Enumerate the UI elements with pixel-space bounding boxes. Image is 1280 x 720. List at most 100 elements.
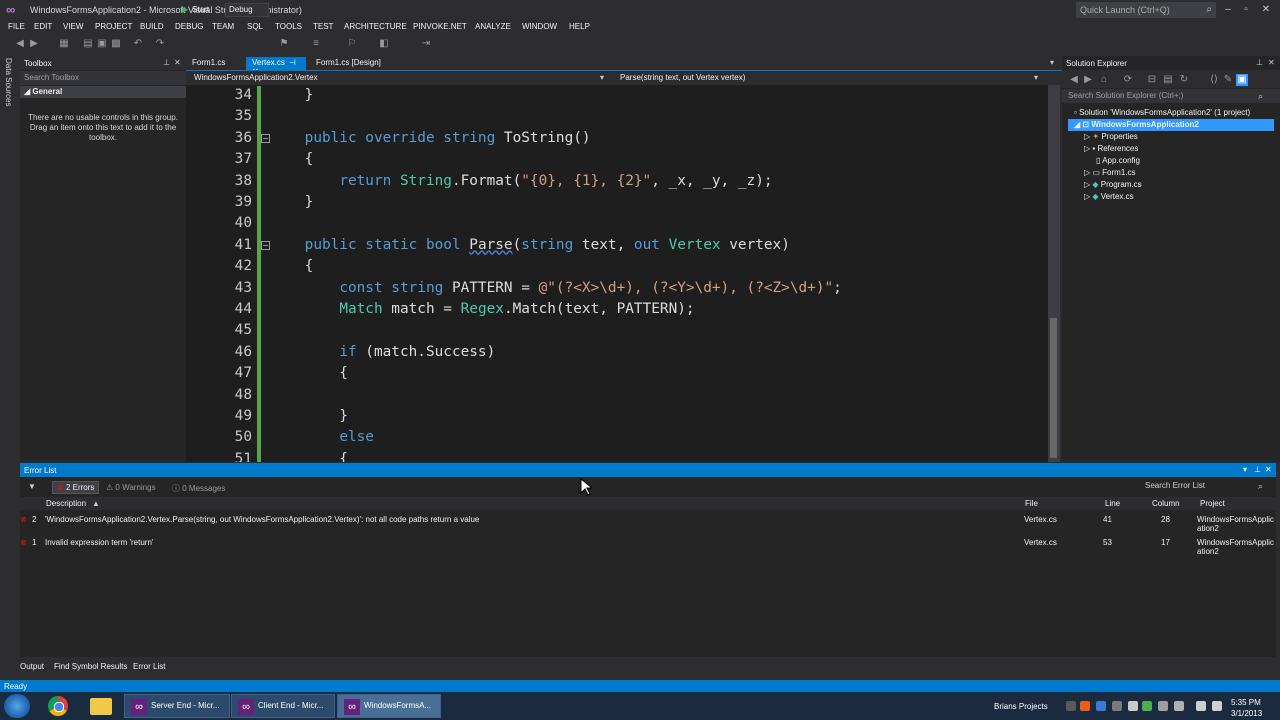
tray-icon[interactable] (1158, 701, 1168, 711)
messages-filter-toggle[interactable]: ⓘ 0 Messages (172, 483, 225, 494)
column-line[interactable]: Line (1105, 499, 1120, 508)
close-button[interactable]: ✕ (1258, 3, 1274, 17)
comment-icon[interactable]: ≡ (310, 38, 322, 50)
taskbar-button-server-end[interactable]: ∞ Server End - Micr... (124, 694, 230, 718)
open-file-icon[interactable]: ▤ (82, 38, 94, 50)
undo-icon[interactable]: ↶ (132, 38, 144, 50)
start-button[interactable]: ▶ Start (182, 3, 209, 17)
network-icon[interactable] (1174, 701, 1184, 711)
solution-search-input[interactable]: Search Solution Explorer (Ctrl+;) (1062, 89, 1280, 103)
menu-file[interactable]: FILE (8, 22, 25, 31)
tray-icon[interactable] (1112, 701, 1122, 711)
errors-filter-toggle[interactable]: ⊗ 2 Errors (52, 481, 100, 494)
chrome-icon[interactable] (48, 696, 68, 716)
configuration-select[interactable]: Debug (225, 3, 269, 17)
pin-icon[interactable]: ⊥ (1254, 465, 1261, 474)
tree-item-vertex-cs[interactable]: ▷ ◆ Vertex.cs (1084, 192, 1134, 201)
column-description[interactable]: Description (46, 499, 86, 508)
refresh-icon[interactable]: ↻ (1178, 74, 1190, 86)
maximize-button[interactable]: ▫ (1238, 3, 1254, 17)
properties-icon[interactable]: ✎ (1222, 74, 1234, 86)
filter-icon[interactable]: ▼ (28, 482, 36, 491)
back-icon[interactable]: ◀ (1068, 74, 1080, 86)
error-row[interactable]: ⊗ 1 Invalid expression term 'return' Ver… (20, 536, 1276, 558)
redo-icon[interactable]: ↷ (154, 38, 166, 50)
tree-item-form1-cs[interactable]: ▷ ▭ Form1.cs (1084, 168, 1136, 177)
menu-sql[interactable]: SQL (247, 22, 263, 31)
menu-debug[interactable]: DEBUG (175, 22, 203, 31)
save-icon[interactable]: ▣ (96, 38, 108, 50)
windows-start-icon[interactable] (4, 694, 30, 718)
clock-date[interactable]: 3/1/2013 (1231, 709, 1262, 718)
toolbox-search-input[interactable]: Search Toolbox (20, 71, 186, 85)
column-file[interactable]: File (1025, 499, 1038, 508)
taskbar-button-windowsforms[interactable]: ∞ WindowsFormsA... (337, 694, 441, 718)
menu-architecture[interactable]: ARCHITECTURE (344, 22, 407, 31)
tab-dropdown-icon[interactable]: ▾ (1050, 58, 1054, 67)
error-search-input[interactable]: Search Error List (1145, 481, 1273, 493)
menu-analyze[interactable]: ANALYZE (475, 22, 511, 31)
attach-icon[interactable]: ⚑ (278, 38, 290, 50)
tab-form1-cs[interactable]: Form1.cs (192, 58, 225, 67)
close-icon[interactable]: ✕ (1265, 465, 1272, 474)
editor-scroll-thumb[interactable] (1050, 318, 1057, 458)
new-project-icon[interactable]: ▦ (58, 38, 70, 50)
minimize-button[interactable]: – (1220, 3, 1236, 17)
pin-icon[interactable]: ⊥ (163, 58, 170, 67)
view-code-icon[interactable]: ⟨⟩ (1208, 74, 1220, 86)
tab-find-symbol-results[interactable]: Find Symbol Results (54, 662, 127, 671)
tray-icon[interactable] (1066, 701, 1076, 711)
tree-item-program-cs[interactable]: ▷ ◆ Program.cs (1084, 180, 1142, 189)
menu-window[interactable]: WINDOW (522, 22, 557, 31)
pin-icon[interactable]: ⊥ (1256, 58, 1263, 67)
member-dropdown[interactable]: Parse(string text, out Vertex vertex) (620, 73, 745, 82)
taskbar-button-client-end[interactable]: ∞ Client End - Micr... (231, 694, 335, 718)
menu-team[interactable]: TEAM (212, 22, 234, 31)
menu-pinvoke[interactable]: PINVOKE.NET (413, 22, 467, 31)
forward-icon[interactable]: ▶ (1082, 74, 1094, 86)
sync-icon[interactable]: ⟳ (1122, 74, 1134, 86)
bookmark-icon[interactable]: ⚐ (346, 38, 358, 50)
back-icon[interactable]: ◀ (14, 38, 26, 50)
close-icon[interactable]: ✕ (1268, 58, 1275, 67)
close-icon[interactable]: ✕ (174, 58, 181, 67)
tree-item-properties[interactable]: ▷ ✦ Properties (1084, 132, 1138, 141)
warnings-filter-toggle[interactable]: ⚠ 0 Warnings (106, 483, 156, 492)
menu-edit[interactable]: EDIT (34, 22, 52, 31)
collapse-all-icon[interactable]: ⊟ (1146, 74, 1158, 86)
indent-icon[interactable]: ⇥ (420, 38, 432, 50)
menu-tools[interactable]: TOOLS (275, 22, 302, 31)
dropdown-icon[interactable]: ▾ (1243, 465, 1247, 474)
data-sources-tab[interactable]: Data Sources (4, 58, 13, 106)
preview-icon[interactable]: ▣ (1236, 74, 1248, 86)
pin-icon[interactable]: ⊣ (289, 58, 296, 67)
toolbox-group-general[interactable]: ◢ General (20, 86, 186, 98)
tray-toolbar-label[interactable]: Brians Projects (994, 702, 1048, 711)
tray-icon[interactable] (1142, 701, 1152, 711)
volume-icon[interactable] (1196, 701, 1206, 711)
tray-icon[interactable] (1080, 701, 1090, 711)
home-icon[interactable]: ⌂ (1098, 74, 1110, 86)
column-project[interactable]: Project (1200, 499, 1225, 508)
column-column[interactable]: Column (1152, 499, 1180, 508)
quick-launch-input[interactable]: Quick Launch (Ctrl+Q) ⌕ (1076, 2, 1216, 18)
type-dropdown[interactable]: WindowsFormsApplication2.Vertex (194, 73, 318, 82)
clock-time[interactable]: 5:35 PM (1231, 698, 1261, 707)
tree-item-app-config[interactable]: ▯ App.config (1096, 156, 1140, 165)
forward-icon[interactable]: ▶ (28, 38, 40, 50)
menu-build[interactable]: BUILD (140, 22, 164, 31)
tab-error-list[interactable]: Error List (133, 662, 165, 671)
tab-vertex-cs[interactable]: Vertex.cs⊣ ✕ (246, 57, 306, 76)
tab-form1-design[interactable]: Form1.cs [Design] (316, 58, 381, 67)
menu-view[interactable]: VIEW (63, 22, 83, 31)
menu-help[interactable]: HELP (569, 22, 590, 31)
battery-icon[interactable] (1212, 701, 1222, 711)
collapse-icon[interactable]: − (261, 240, 270, 250)
code-editor[interactable]: 34 } 35 36− public override string ToStr… (186, 85, 1048, 462)
menu-project[interactable]: PROJECT (95, 22, 132, 31)
error-row[interactable]: ⊗ 2 'WindowsFormsApplication2.Vertex.Par… (20, 513, 1276, 535)
tray-icon[interactable] (1096, 701, 1106, 711)
save-all-icon[interactable]: ▩ (110, 38, 122, 50)
project-node[interactable]: ◢ ⊡ WindowsFormsApplication2 (1074, 120, 1199, 129)
collapse-icon[interactable]: − (261, 133, 270, 143)
